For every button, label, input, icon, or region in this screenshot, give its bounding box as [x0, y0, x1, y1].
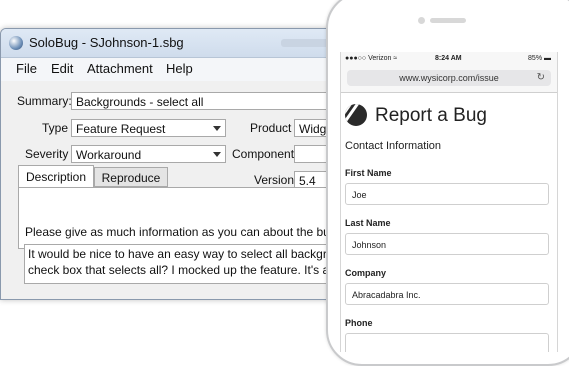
- company-label: Company: [345, 268, 387, 278]
- phone-label: Phone: [345, 318, 373, 328]
- component-label: Component: [232, 147, 295, 161]
- tab-reproduce[interactable]: Reproduce: [94, 167, 168, 187]
- title-bar-caption-blur: [281, 39, 331, 47]
- status-time: 8:24 AM: [435, 55, 462, 62]
- tab-description[interactable]: Description: [18, 165, 94, 188]
- carrier-text: ●●●○○ Verizon ≈: [345, 55, 398, 62]
- summary-input[interactable]: Backgrounds - select all: [71, 92, 349, 110]
- battery-text: 85% ▬: [528, 55, 551, 62]
- version-label: Version: [254, 173, 295, 187]
- menu-attachment[interactable]: Attachment: [87, 61, 153, 76]
- summary-label: Summary:: [17, 94, 72, 108]
- last-name-input[interactable]: Johnson: [345, 233, 549, 255]
- app-icon: [9, 36, 23, 50]
- severity-dropdown[interactable]: Workaround: [71, 145, 226, 163]
- company-input[interactable]: Abracadabra Inc.: [345, 283, 549, 305]
- description-textarea[interactable]: It would be nice to have an easy way to …: [24, 244, 354, 284]
- page-heading: Report a Bug: [375, 105, 487, 126]
- phone-input[interactable]: [345, 333, 549, 352]
- menu-help[interactable]: Help: [166, 61, 193, 76]
- last-name-label: Last Name: [345, 218, 391, 228]
- menu-file[interactable]: File: [16, 61, 37, 76]
- reload-icon[interactable]: ↻: [537, 70, 545, 86]
- url-bar[interactable]: www.wysicorp.com/issue ↻: [347, 70, 551, 86]
- product-label: Product: [250, 121, 292, 135]
- section-heading: Contact Information: [345, 140, 441, 152]
- chevron-down-icon: [213, 152, 221, 157]
- window-title: SoloBug - SJohnson-1.sbg: [29, 35, 184, 50]
- status-bar: ●●●○○ Verizon ≈ 8:24 AM 85% ▬: [341, 52, 557, 66]
- description-panel: [18, 187, 360, 249]
- severity-value: Workaround: [76, 148, 142, 162]
- type-dropdown[interactable]: Feature Request: [71, 119, 226, 137]
- description-prompt: Please give as much information as you c…: [25, 225, 358, 239]
- title-bar[interactable]: SoloBug - SJohnson-1.sbg: [1, 29, 349, 58]
- first-name-label: First Name: [345, 168, 392, 178]
- menu-bar: File Edit Attachment Help: [1, 58, 349, 80]
- chevron-down-icon: [213, 126, 221, 131]
- browser-toolbar: www.wysicorp.com/issue ↻: [341, 66, 557, 93]
- wysicorp-logo-icon: [345, 104, 367, 126]
- speaker-grille: [430, 18, 466, 23]
- type-value: Feature Request: [76, 122, 166, 136]
- menu-edit[interactable]: Edit: [51, 61, 73, 76]
- url-text: www.wysicorp.com/issue: [399, 73, 499, 83]
- first-name-input[interactable]: Joe: [345, 183, 549, 205]
- camera-icon: [418, 17, 425, 24]
- severity-label: Severity: [25, 147, 69, 161]
- type-label: Type: [42, 121, 69, 135]
- phone-screen: ●●●○○ Verizon ≈ 8:24 AM 85% ▬ www.wysico…: [340, 52, 558, 352]
